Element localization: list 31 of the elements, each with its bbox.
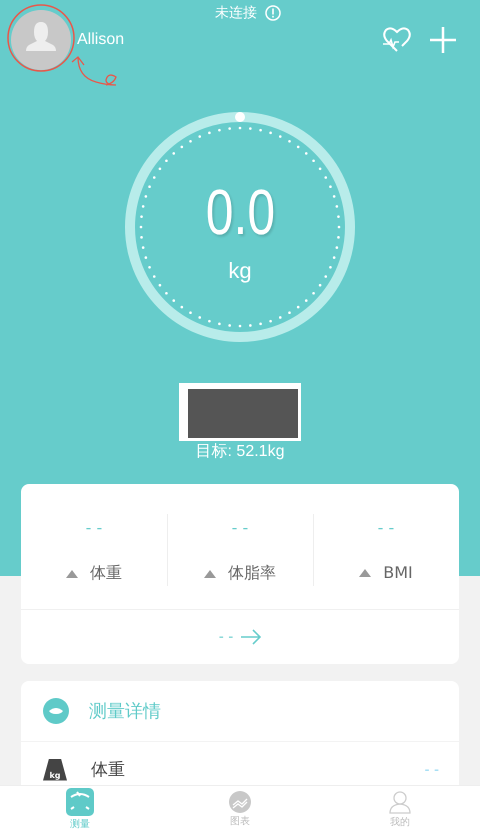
heart-pulse-icon[interactable] [382, 26, 412, 54]
user-name[interactable]: Allison [77, 31, 124, 49]
arrow-right-icon[interactable] [241, 629, 262, 645]
metric-value: - - [86, 518, 102, 537]
triangle-icon [204, 570, 216, 578]
scale-icon [43, 698, 69, 724]
goal-weight: 目标: 52.1kg [194, 442, 286, 462]
connection-status: 未连接 [215, 4, 257, 22]
trend-value: - - [218, 629, 234, 645]
details-title: 测量详情 [89, 700, 161, 723]
nav-tab[interactable]: 测量 [0, 786, 160, 831]
detail-value: - - [424, 762, 439, 778]
metric-label: BMI [383, 563, 413, 582]
scale-icon [66, 788, 94, 816]
metric-label: 体重 [90, 563, 122, 584]
nav-tab[interactable]: 图表 [160, 786, 320, 831]
metric-label: 体脂率 [228, 563, 276, 584]
add-icon[interactable] [430, 27, 456, 53]
weight-icon: kg [43, 758, 67, 780]
metric-value: - - [232, 518, 248, 537]
metric-value: - - [378, 518, 394, 537]
triangle-icon [66, 570, 78, 578]
chart-icon [229, 791, 251, 813]
triangle-icon [359, 568, 372, 576]
info-icon[interactable] [265, 5, 281, 21]
detail-label: 体重 [91, 759, 125, 781]
avatar[interactable] [11, 10, 71, 70]
weight-value: 0.0 [205, 180, 275, 244]
person-icon [389, 790, 411, 814]
weight-unit: kg [228, 258, 252, 284]
nav-tab[interactable]: 我的 [320, 786, 480, 831]
